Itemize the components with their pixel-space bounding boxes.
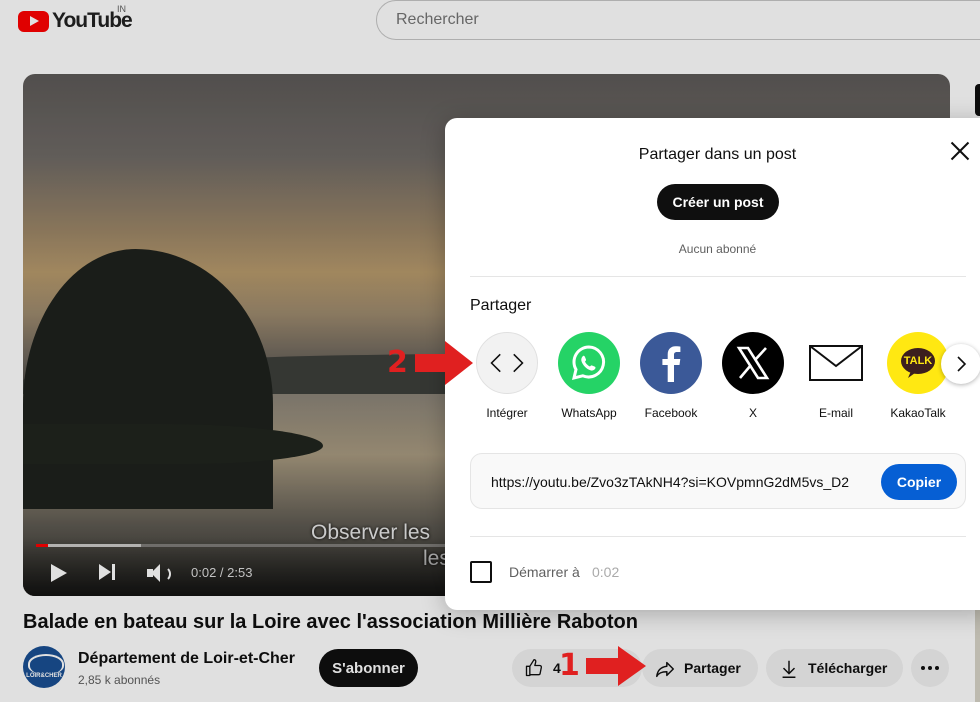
subscriber-count: 2,85 k abonnés xyxy=(78,673,161,687)
masthead: YouTube IN xyxy=(0,0,980,44)
share-button[interactable]: Partager xyxy=(642,649,758,687)
subscribe-button[interactable]: S'abonner xyxy=(319,649,418,687)
volume-icon[interactable] xyxy=(147,563,171,583)
search-box[interactable] xyxy=(376,0,980,40)
more-actions-button[interactable] xyxy=(911,649,949,687)
share-heading: Partager xyxy=(470,297,532,314)
search-input[interactable] xyxy=(394,10,958,30)
share-target-whatsapp[interactable]: WhatsApp xyxy=(551,332,627,420)
share-target-embed[interactable]: Intégrer xyxy=(469,332,545,420)
avatar-text: LOIR&CHER xyxy=(26,673,62,679)
share-url-box: https://youtu.be/Zvo3zTAkNH4?si=KOVpmnG2… xyxy=(470,453,966,509)
download-icon xyxy=(782,660,796,678)
channel-name[interactable]: Département de Loir-et-Cher xyxy=(78,650,295,668)
avatar-logo-icon xyxy=(28,654,64,674)
whatsapp-icon xyxy=(558,332,620,394)
divider xyxy=(470,276,966,277)
share-target-label: WhatsApp xyxy=(561,406,617,420)
share-target-facebook[interactable]: Facebook xyxy=(633,332,709,420)
start-at-label: Démarrer à xyxy=(509,564,580,580)
kakaotalk-icon: TALK xyxy=(887,332,949,394)
x-icon xyxy=(722,332,784,394)
post-title: Partager dans un post xyxy=(638,146,797,163)
play-icon[interactable] xyxy=(51,564,67,582)
no-subscribers-text: Aucun abonné xyxy=(678,242,757,256)
copy-button[interactable]: Copier xyxy=(881,464,957,500)
country-code: IN xyxy=(117,4,126,14)
facebook-icon xyxy=(640,332,702,394)
share-target-label: X xyxy=(748,406,757,420)
thumbs-up-icon xyxy=(525,659,543,677)
start-at-time[interactable]: 0:02 xyxy=(592,564,619,580)
download-button-label: Télécharger xyxy=(808,660,888,676)
video-frame-trees xyxy=(23,249,273,509)
annotation-arrow-icon xyxy=(586,646,646,686)
embed-code-icon xyxy=(476,332,538,394)
chevron-right-icon xyxy=(957,356,967,372)
channel-avatar[interactable]: LOIR&CHER xyxy=(23,646,65,688)
progress-buffer xyxy=(36,544,141,547)
share-target-email[interactable]: E-mail xyxy=(798,332,874,420)
share-target-x[interactable]: X xyxy=(715,332,791,420)
create-post-button[interactable]: Créer un post xyxy=(657,184,779,220)
video-frame-bank xyxy=(23,424,323,464)
share-target-label: KakaoTalk xyxy=(890,406,946,420)
annotation-number-1: 1 xyxy=(559,648,580,683)
sidebar-thumbnail-edge xyxy=(975,608,980,702)
email-icon xyxy=(805,332,867,394)
share-target-label: Intégrer xyxy=(486,406,528,420)
share-arrow-icon xyxy=(656,661,674,678)
sidebar-edge xyxy=(975,84,980,116)
annotation-arrow-icon xyxy=(415,341,473,385)
kakaotalk-badge: TALK xyxy=(903,355,933,367)
youtube-logo[interactable]: YouTube xyxy=(18,9,133,33)
next-icon[interactable] xyxy=(99,563,119,583)
share-dialog: Partager dans un post Créer un post Aucu… xyxy=(445,118,980,610)
share-target-label: Facebook xyxy=(644,406,698,420)
progress-played xyxy=(36,544,48,547)
video-title: Balade en bateau sur la Loire avec l'ass… xyxy=(23,611,638,633)
share-target-label: E-mail xyxy=(818,406,853,420)
time-display: 0:02 / 2:53 xyxy=(191,565,253,580)
annotation-number-2: 2 xyxy=(387,345,408,380)
share-next-button[interactable] xyxy=(941,344,980,384)
divider xyxy=(470,536,966,537)
share-url[interactable]: https://youtu.be/Zvo3zTAkNH4?si=KOVpmnG2… xyxy=(491,474,849,490)
start-at-checkbox[interactable] xyxy=(470,561,492,583)
download-button[interactable]: Télécharger xyxy=(766,649,903,687)
youtube-play-icon xyxy=(18,10,49,32)
share-button-label: Partager xyxy=(684,660,741,676)
